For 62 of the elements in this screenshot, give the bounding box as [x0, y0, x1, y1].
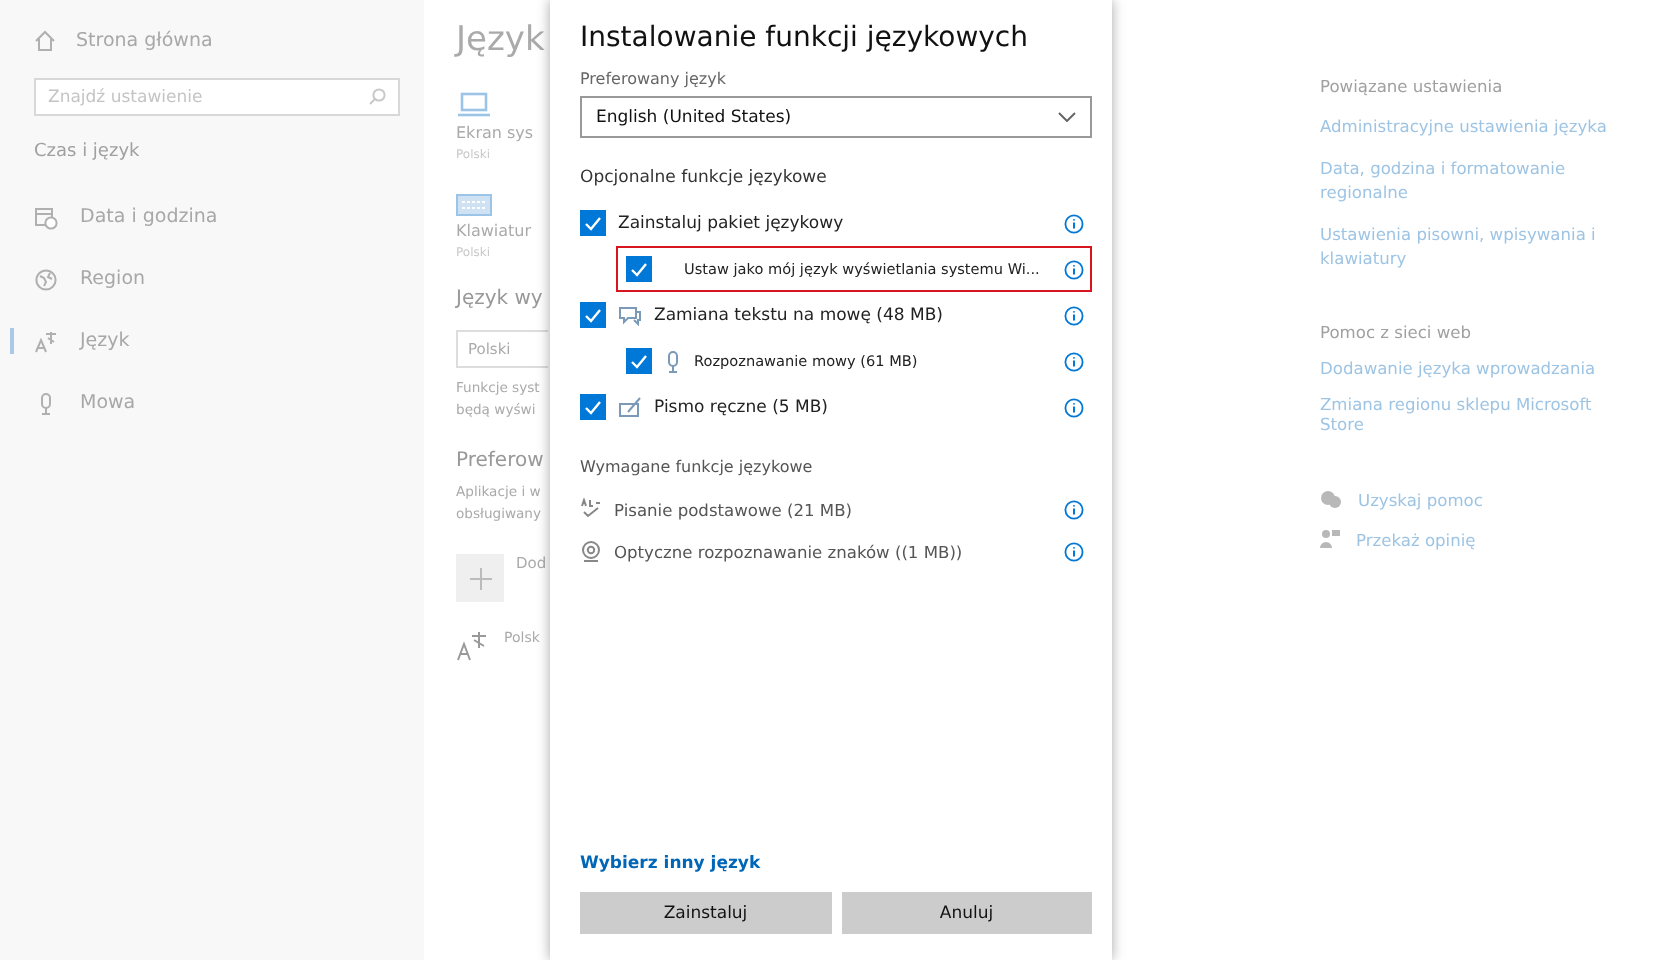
checkbox[interactable] — [580, 210, 606, 236]
option-label: Zainstaluj pakiet językowy — [618, 213, 846, 233]
nav-item[interactable]: Data i godzina — [80, 206, 218, 228]
option-label: Zamiana tekstu na mowę (48 MB) — [654, 305, 945, 325]
dialog-title: Instalowanie funkcji językowych — [580, 22, 1030, 54]
keyboard-icon — [456, 194, 492, 216]
info-icon[interactable] — [1064, 397, 1084, 417]
language-icon — [456, 630, 488, 662]
section-heading: Powiązane ustawienia — [1320, 76, 1505, 96]
settings-link[interactable]: Data, godzina i formatowanie regionalne — [1320, 156, 1620, 204]
speech-bubble-icon — [618, 304, 642, 326]
info-icon[interactable] — [1064, 305, 1084, 325]
search-field[interactable]: Znajdź ustawienie — [34, 78, 400, 116]
section-heading: Wymagane funkcje językowe — [580, 458, 815, 476]
chevron-down-icon — [1058, 112, 1076, 122]
language-dropdown[interactable]: English (United States) — [580, 96, 1092, 138]
chat-icon — [1320, 490, 1342, 510]
help-link[interactable]: Przekaż opinię — [1356, 529, 1476, 549]
nav-item[interactable]: Mowa — [80, 392, 136, 414]
nav-item[interactable]: Język — [80, 330, 130, 352]
section-label: Czas i język — [34, 142, 142, 162]
globe-icon — [34, 267, 58, 291]
tile-label[interactable]: Ekran sys — [456, 124, 552, 142]
checkbox[interactable] — [580, 302, 606, 328]
section-heading: Preferow — [456, 450, 546, 472]
feedback-icon — [1320, 528, 1340, 550]
plus-icon — [469, 567, 491, 589]
search-icon — [368, 88, 386, 106]
info-icon[interactable] — [1064, 541, 1084, 561]
info-icon[interactable] — [1064, 351, 1084, 371]
dialog-button[interactable]: Anuluj — [841, 892, 1092, 934]
nav-item[interactable]: Region — [80, 268, 146, 290]
info-icon[interactable] — [1064, 213, 1084, 233]
info-icon[interactable] — [1064, 499, 1084, 519]
feature-label: Pisanie podstawowe (21 MB) — [614, 499, 855, 519]
section-heading: Język wy — [456, 288, 545, 310]
web-link[interactable]: Zmiana regionu sklepu Microsoft Store — [1320, 394, 1620, 434]
dialog-button[interactable]: Zainstaluj — [580, 892, 831, 934]
page-title: Język — [456, 20, 547, 60]
checkbox[interactable] — [626, 348, 652, 374]
choose-language-link[interactable]: Wybierz inny język — [580, 854, 761, 874]
option-label: Pismo ręczne (5 MB) — [654, 397, 830, 417]
feature-label: Optyczne rozpoznawanie znaków ((1 MB)) — [614, 541, 965, 561]
checkbox[interactable] — [580, 394, 606, 420]
section-heading: Pomoc z sieci web — [1320, 322, 1474, 342]
tile-label[interactable]: Klawiatur — [456, 222, 552, 240]
home-link[interactable]: Strona główna — [76, 29, 213, 51]
settings-link[interactable]: Ustawienia pisowni, wpisywania i klawiatury — [1320, 222, 1620, 270]
settings-link[interactable]: Administracyjne ustawienia języka — [1320, 114, 1620, 138]
info-icon[interactable] — [1064, 259, 1084, 279]
laptop-icon — [456, 92, 492, 118]
help-link[interactable]: Uzyskaj pomoc — [1358, 490, 1483, 510]
language-icon — [34, 329, 58, 353]
field-label: Preferowany język — [580, 70, 728, 88]
spelling-icon — [580, 498, 602, 520]
calendar-clock-icon — [34, 205, 58, 229]
camera-icon — [580, 540, 602, 562]
handwriting-icon — [618, 396, 642, 418]
microphone-icon — [664, 349, 682, 373]
web-link[interactable]: Dodawanie języka wprowadzania — [1320, 358, 1620, 378]
section-heading: Opcjonalne funkcje językowe — [580, 168, 829, 188]
checkbox[interactable] — [626, 256, 652, 282]
